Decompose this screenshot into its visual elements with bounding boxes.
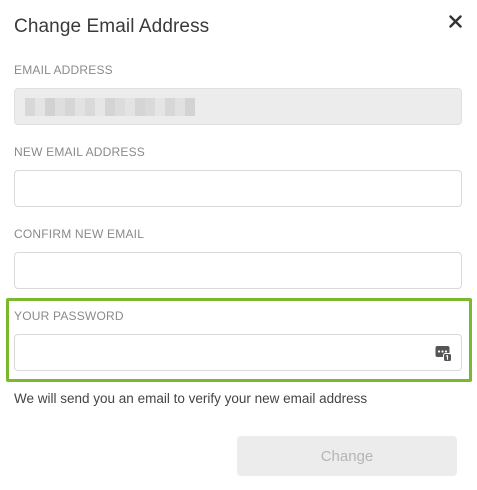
password-input[interactable] — [15, 335, 461, 370]
current-email-field — [14, 88, 462, 125]
change-button[interactable]: Change — [237, 436, 457, 476]
change-email-dialog: Change Email Address EMAIL ADDRESS NEW E… — [0, 0, 477, 490]
email-address-label: EMAIL ADDRESS — [14, 63, 113, 77]
redacted-email-value — [25, 98, 195, 116]
password-manager-icon[interactable] — [435, 345, 452, 362]
password-field-wrapper — [14, 334, 462, 371]
close-icon[interactable] — [444, 10, 466, 32]
verification-note: We will send you an email to verify your… — [14, 391, 368, 406]
confirm-email-input[interactable] — [15, 253, 461, 288]
confirm-email-label: CONFIRM NEW EMAIL — [14, 227, 145, 241]
new-email-input[interactable] — [15, 171, 461, 206]
password-label: YOUR PASSWORD — [14, 309, 124, 323]
dialog-title: Change Email Address — [14, 16, 210, 37]
close-icon-glyph — [448, 14, 462, 28]
confirm-email-field-wrapper — [14, 252, 462, 289]
new-email-label: NEW EMAIL ADDRESS — [14, 145, 145, 159]
new-email-field-wrapper — [14, 170, 462, 207]
